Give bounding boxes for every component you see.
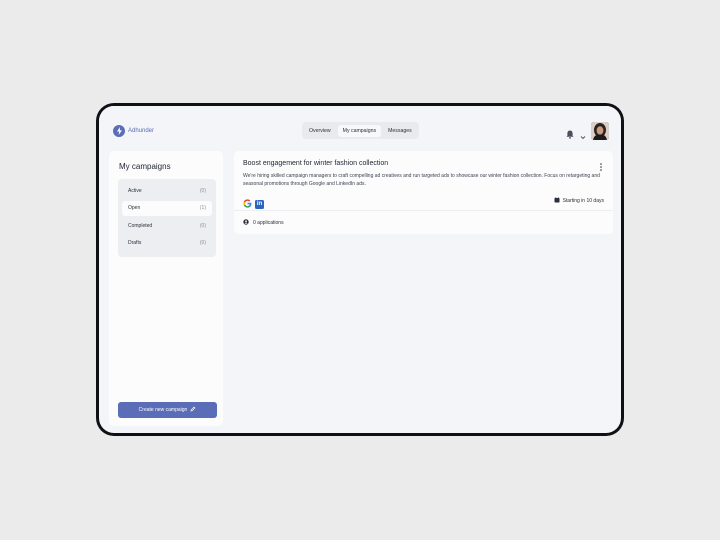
campaigns-sidebar: My campaigns Active (0) Open (1) Complet…	[109, 151, 223, 426]
calendar-icon	[554, 197, 560, 205]
status-item-drafts[interactable]: Drafts (0)	[122, 236, 212, 251]
status-count: (1)	[199, 205, 206, 211]
create-campaign-button[interactable]: Create new campaign	[118, 402, 217, 418]
campaign-card[interactable]: Boost engagement for winter fashion coll…	[234, 151, 613, 234]
device-frame: Adhunder Overview My campaigns Messages	[96, 103, 624, 436]
tab-my-campaigns[interactable]: My campaigns	[337, 124, 382, 137]
status-filter-list: Active (0) Open (1) Completed (0) Drafts…	[118, 179, 216, 257]
brand[interactable]: Adhunder	[113, 125, 154, 137]
campaign-title: Boost engagement for winter fashion coll…	[243, 160, 389, 167]
status-item-completed[interactable]: Completed (0)	[122, 218, 212, 233]
main-nav: Overview My campaigns Messages	[302, 122, 419, 139]
status-count: (0)	[199, 187, 206, 194]
status-label: Drafts	[128, 240, 142, 246]
tab-overview[interactable]: Overview	[304, 125, 336, 137]
user-icon	[243, 219, 249, 227]
tab-messages[interactable]: Messages	[383, 125, 417, 137]
bell-icon[interactable]	[566, 126, 574, 144]
brand-name: Adhunder	[128, 128, 155, 134]
applications-count[interactable]: 0 applications	[243, 219, 284, 227]
status-item-open[interactable]: Open (1)	[122, 200, 212, 216]
status-count: (0)	[199, 240, 206, 246]
app-screen: Adhunder Overview My campaigns Messages	[99, 106, 621, 433]
edit-icon	[190, 406, 196, 414]
status-label: Active	[128, 187, 142, 194]
applications-text: 0 applications	[253, 220, 284, 226]
start-date: Starting in 10 days	[554, 197, 604, 205]
status-count: (0)	[199, 222, 206, 229]
more-options-icon[interactable]	[598, 159, 604, 171]
bolt-icon	[113, 125, 125, 137]
top-bar: Adhunder Overview My campaigns Messages	[99, 106, 621, 143]
start-date-text: Starting in 10 days	[562, 198, 604, 204]
status-label: Open	[128, 205, 141, 211]
avatar[interactable]	[591, 122, 609, 140]
status-label: Completed	[128, 222, 153, 229]
sidebar-title: My campaigns	[119, 162, 171, 171]
linkedin-icon: in	[255, 199, 264, 209]
campaign-description: We're hiring skilled campaign managers t…	[243, 173, 600, 187]
status-item-active[interactable]: Active (0)	[122, 183, 212, 198]
chevron-down-icon[interactable]	[580, 127, 586, 145]
card-divider	[234, 210, 613, 211]
create-campaign-label: Create new campaign	[138, 407, 188, 413]
